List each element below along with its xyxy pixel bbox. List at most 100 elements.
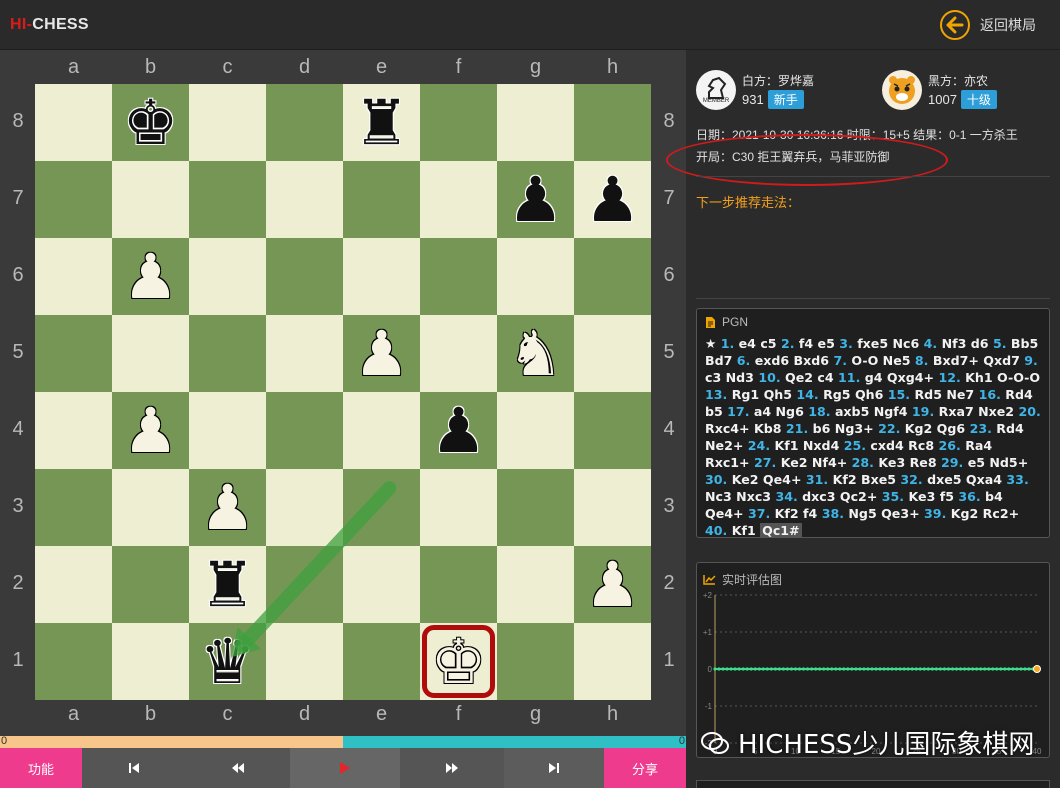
white-pawn[interactable]: ♟ [123, 399, 179, 462]
square-g8[interactable] [497, 84, 574, 161]
square-f2[interactable] [420, 546, 497, 623]
square-f7[interactable] [420, 161, 497, 238]
square-c2[interactable]: ♜ [189, 546, 266, 623]
square-f5[interactable] [420, 315, 497, 392]
square-f1[interactable]: ♚ [420, 623, 497, 700]
move-pair[interactable]: Rd5 Ne7 [914, 387, 974, 402]
move-pair[interactable]: Kf1 [732, 523, 756, 538]
move-pair[interactable]: g4 Qxg4+ [865, 370, 934, 385]
move-pair[interactable]: Nc3 Nxc3 [705, 489, 771, 504]
black-player-card[interactable]: 黑方：亦农 1007 十级 [882, 70, 997, 110]
square-c4[interactable] [189, 392, 266, 469]
move-pair[interactable]: exd6 Bxd6 [755, 353, 829, 368]
square-e4[interactable] [343, 392, 420, 469]
square-d1[interactable] [266, 623, 343, 700]
move-pair[interactable]: Kf2 f4 [775, 506, 818, 521]
square-c7[interactable] [189, 161, 266, 238]
square-c3[interactable]: ♟ [189, 469, 266, 546]
function-button[interactable]: 功能 [0, 748, 82, 788]
move-pair[interactable]: cxd4 Rc8 [870, 438, 934, 453]
move-pair[interactable]: Ng5 Qe3+ [848, 506, 919, 521]
chess-board[interactable]: ♚ ♜ ♟ ♟ ♟ ♟ ♞ ♟ ♟ ♟ ♜ ♟ ♛ ♚ [35, 84, 651, 700]
black-rook[interactable]: ♜ [200, 553, 256, 616]
square-h7[interactable]: ♟ [574, 161, 651, 238]
square-e3[interactable] [343, 469, 420, 546]
move-pair[interactable]: f4 e5 [799, 336, 835, 351]
first-move-button[interactable] [82, 748, 186, 788]
square-d3[interactable] [266, 469, 343, 546]
square-b7[interactable] [112, 161, 189, 238]
move-pair[interactable]: Rg1 Qh5 [732, 387, 792, 402]
move-pair[interactable]: Kf2 Bxe5 [833, 472, 896, 487]
share-button[interactable]: 分享 [604, 748, 686, 788]
square-b6[interactable]: ♟ [112, 238, 189, 315]
square-e7[interactable] [343, 161, 420, 238]
square-b4[interactable]: ♟ [112, 392, 189, 469]
square-b5[interactable] [112, 315, 189, 392]
black-rook[interactable]: ♜ [354, 91, 410, 154]
move-pair[interactable]: fxe5 Nc6 [857, 336, 919, 351]
square-c1[interactable]: ♛ [189, 623, 266, 700]
square-a6[interactable] [35, 238, 112, 315]
back-to-games-button[interactable]: 返回棋局 [940, 10, 1036, 40]
square-f4[interactable]: ♟ [420, 392, 497, 469]
square-d8[interactable] [266, 84, 343, 161]
square-a1[interactable] [35, 623, 112, 700]
square-a4[interactable] [35, 392, 112, 469]
black-pawn[interactable]: ♟ [431, 399, 487, 462]
move-pair[interactable]: Rg5 Qh6 [823, 387, 883, 402]
move-pair[interactable]: Bxd7+ Qxd7 [933, 353, 1020, 368]
square-e6[interactable] [343, 238, 420, 315]
square-a3[interactable] [35, 469, 112, 546]
square-a7[interactable] [35, 161, 112, 238]
square-e5[interactable]: ♟ [343, 315, 420, 392]
move-pair[interactable]: a4 Ng6 [754, 404, 804, 419]
square-b1[interactable] [112, 623, 189, 700]
square-b3[interactable] [112, 469, 189, 546]
move-pair[interactable]: dxc3 Qc2+ [802, 489, 877, 504]
last-move-button[interactable] [504, 748, 604, 788]
square-g1[interactable] [497, 623, 574, 700]
square-c6[interactable] [189, 238, 266, 315]
square-e1[interactable] [343, 623, 420, 700]
square-g7[interactable]: ♟ [497, 161, 574, 238]
move-pair[interactable]: Rxa7 Nxe2 [939, 404, 1014, 419]
move-pair[interactable]: b6 Ng3+ [813, 421, 874, 436]
square-b2[interactable] [112, 546, 189, 623]
square-f3[interactable] [420, 469, 497, 546]
square-a2[interactable] [35, 546, 112, 623]
square-h8[interactable] [574, 84, 651, 161]
move-pair[interactable]: Ke2 Nf4+ [781, 455, 848, 470]
app-logo[interactable]: HI-CHESS [10, 16, 89, 34]
move-pair[interactable]: Kh1 O-O-O [965, 370, 1040, 385]
square-d4[interactable] [266, 392, 343, 469]
square-a8[interactable] [35, 84, 112, 161]
square-d5[interactable] [266, 315, 343, 392]
prev-move-button[interactable] [186, 748, 290, 788]
square-e2[interactable] [343, 546, 420, 623]
square-c5[interactable] [189, 315, 266, 392]
white-pawn[interactable]: ♟ [354, 322, 410, 385]
square-c8[interactable] [189, 84, 266, 161]
black-pawn[interactable]: ♟ [508, 168, 564, 231]
square-h2[interactable]: ♟ [574, 546, 651, 623]
move-pair[interactable]: Nf3 d6 [942, 336, 989, 351]
square-g6[interactable] [497, 238, 574, 315]
move-pair[interactable]: O-O Ne5 [851, 353, 910, 368]
white-knight[interactable]: ♞ [508, 322, 564, 385]
next-move-button[interactable] [400, 748, 504, 788]
square-a5[interactable] [35, 315, 112, 392]
square-h5[interactable] [574, 315, 651, 392]
black-king[interactable]: ♚ [123, 91, 179, 154]
move-pair[interactable]: Ke3 f5 [908, 489, 953, 504]
move-pair[interactable]: axb5 Ngf4 [835, 404, 908, 419]
square-g2[interactable] [497, 546, 574, 623]
square-f8[interactable] [420, 84, 497, 161]
game-progress-bar[interactable]: 0 0 [0, 735, 686, 748]
square-h3[interactable] [574, 469, 651, 546]
move-pair[interactable]: Rxc4+ Kb8 [705, 421, 782, 436]
square-f6[interactable] [420, 238, 497, 315]
move-pair[interactable]: Kg2 Qg6 [905, 421, 965, 436]
black-queen[interactable]: ♛ [200, 630, 256, 693]
white-pawn[interactable]: ♟ [123, 245, 179, 308]
